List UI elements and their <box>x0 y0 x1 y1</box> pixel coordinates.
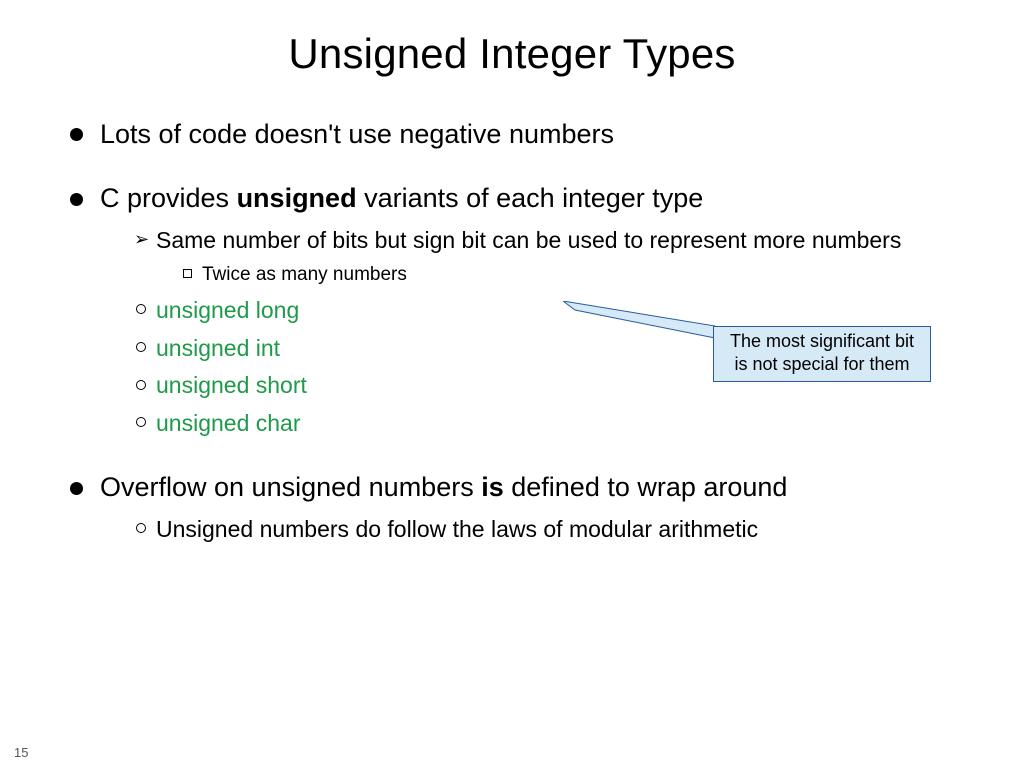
bullet-item: Lots of code doesn't use negative number… <box>70 116 954 152</box>
bullet-seg: C provides <box>100 183 237 213</box>
callout-line: is not special for them <box>734 354 909 374</box>
bullet-item: C provides unsigned variants of each int… <box>70 180 954 441</box>
bullet-text: Lots of code doesn't use negative number… <box>100 119 614 149</box>
page-number: 15 <box>14 745 28 760</box>
sub-text: unsigned char <box>156 410 301 436</box>
bullet-item: Overflow on unsigned numbers is defined … <box>70 469 954 547</box>
subsub-text: Twice as many numbers <box>202 264 407 285</box>
bullet-seg: Overflow on unsigned numbers <box>100 472 481 502</box>
sub-text: Same number of bits but sign bit can be … <box>156 227 901 253</box>
sub-text: Unsigned numbers do follow the laws of m… <box>156 516 758 542</box>
sub-text: unsigned short <box>156 372 307 398</box>
sub-item: Unsigned numbers do follow the laws of m… <box>134 512 954 548</box>
subsub-list: Twice as many numbers <box>156 260 954 290</box>
sub-item: Same number of bits but sign bit can be … <box>134 223 954 290</box>
bullet-seg-bold: is <box>481 472 504 502</box>
sub-item: unsigned char <box>134 406 954 442</box>
sub-list: Unsigned numbers do follow the laws of m… <box>100 512 954 548</box>
bullet-seg-bold: unsigned <box>237 183 357 213</box>
subsub-item: Twice as many numbers <box>180 260 954 290</box>
slide: Unsigned Integer Types Lots of code does… <box>0 0 1024 768</box>
sub-text: unsigned long <box>156 297 299 323</box>
sub-text: unsigned int <box>156 335 280 361</box>
callout-line: The most significant bit <box>730 331 914 351</box>
callout-box: The most significant bit is not special … <box>713 326 931 382</box>
bullet-seg: defined to wrap around <box>504 472 788 502</box>
slide-title: Unsigned Integer Types <box>70 30 954 78</box>
bullet-seg: variants of each integer type <box>357 183 704 213</box>
sub-item: unsigned long <box>134 293 954 329</box>
